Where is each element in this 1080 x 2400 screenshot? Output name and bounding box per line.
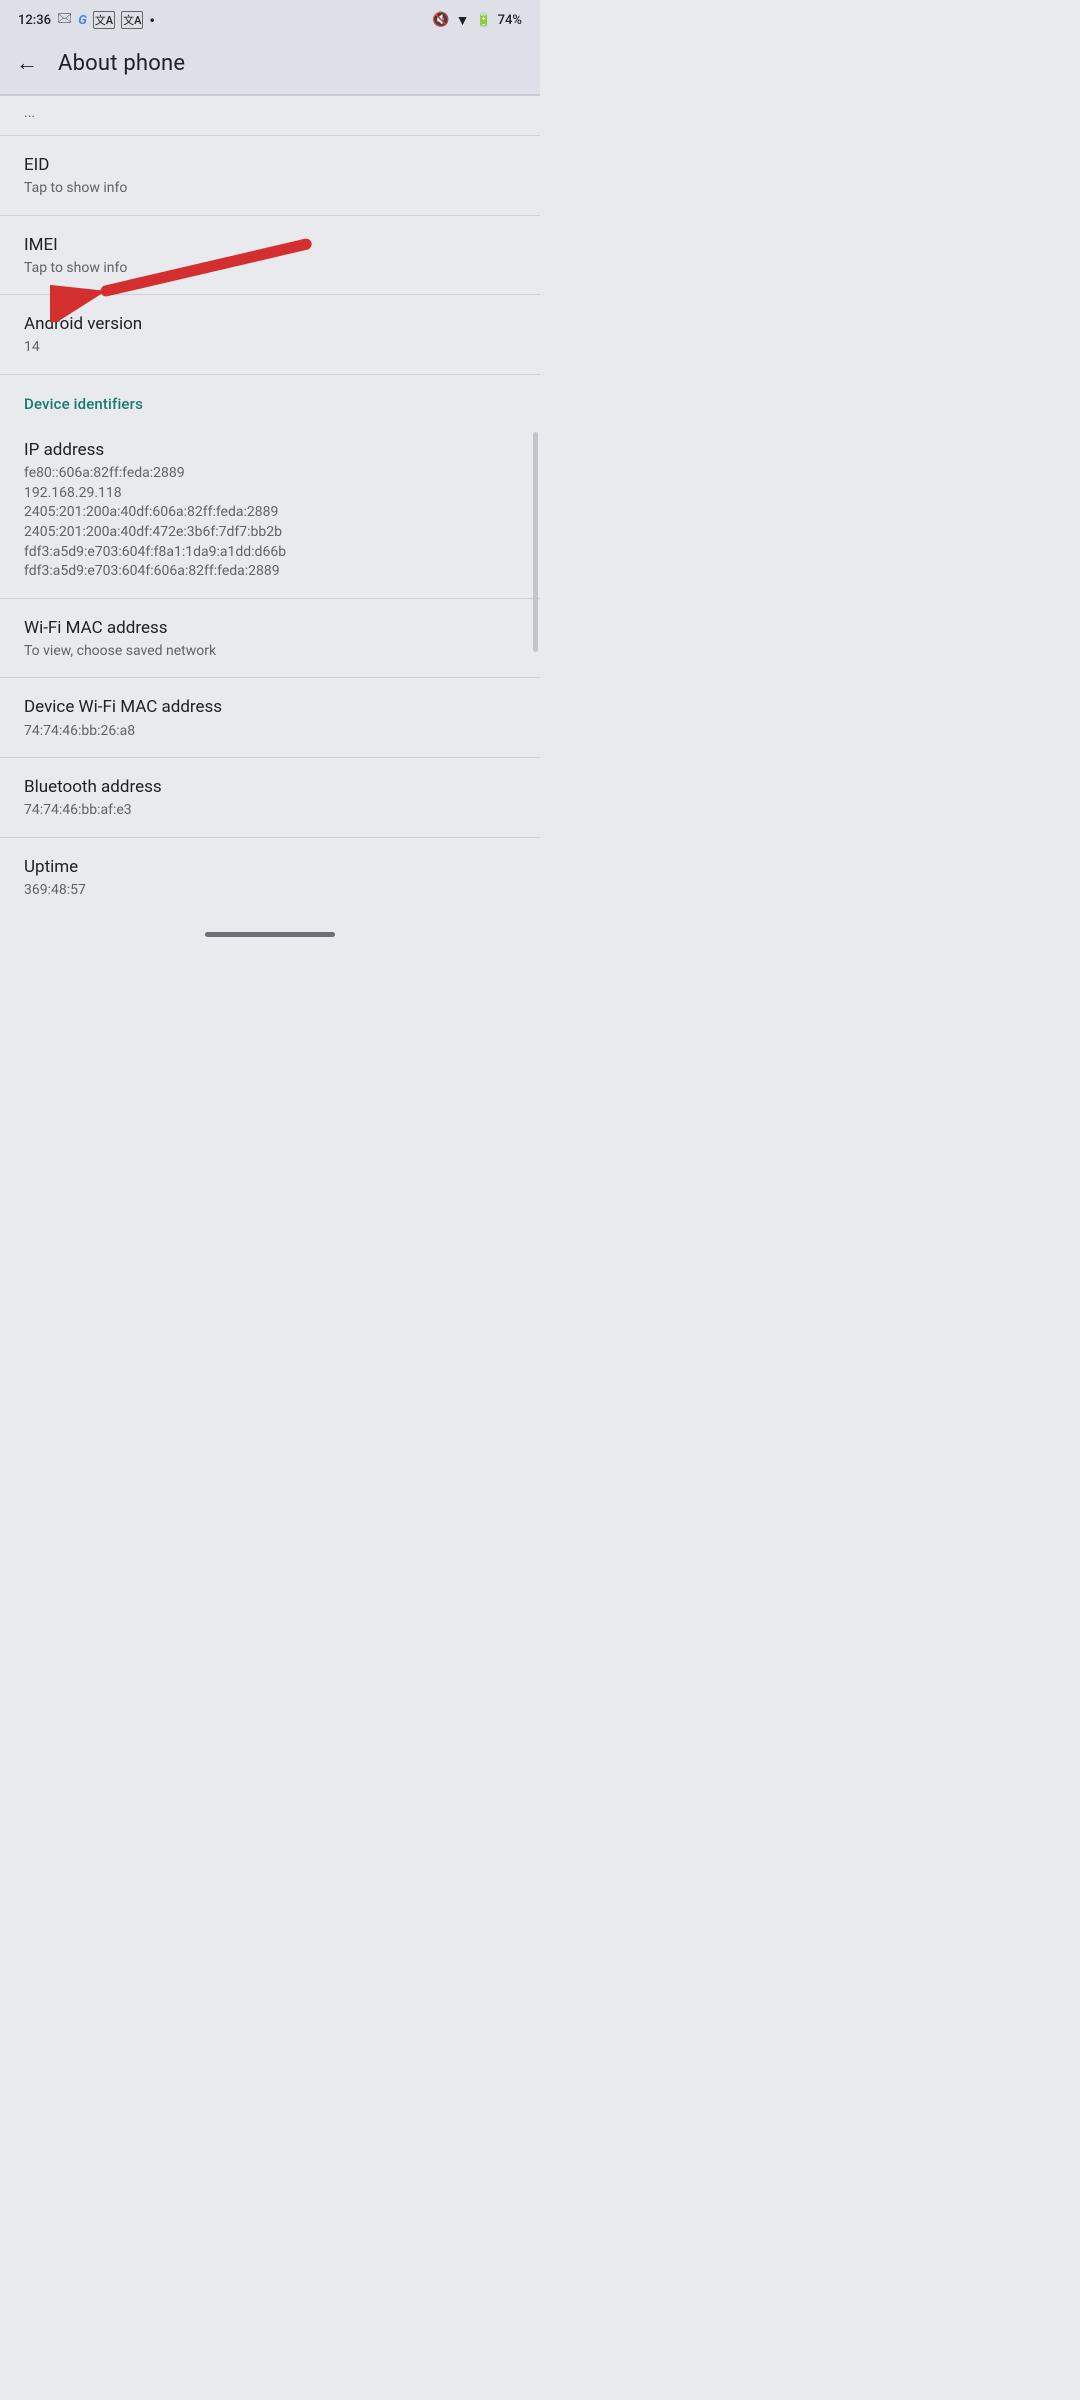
back-button[interactable]: ← <box>16 50 38 76</box>
mute-icon: 🔇 <box>432 12 449 28</box>
ip-address-sublabel: fe80::606a:82ff:feda:2889 192.168.29.118… <box>24 464 516 582</box>
translate-icon-1: 文A <box>93 11 115 29</box>
imei-sublabel: Tap to show info <box>24 259 516 279</box>
uptime-sublabel: 369:48:57 <box>24 881 516 901</box>
dot-indicator: • <box>149 11 155 30</box>
wifi-mac-item[interactable]: Wi-Fi MAC address To view, choose saved … <box>0 599 540 678</box>
android-version-sublabel: 14 <box>24 338 516 358</box>
uptime-label: Uptime <box>24 856 516 878</box>
translate-icon-2: 文A <box>121 11 143 29</box>
android-version-item[interactable]: Android version 14 <box>0 295 540 374</box>
google-icon: G <box>78 13 87 28</box>
status-bar: 12:36 🖂 G 文A 文A • 🔇 ▼ 🔋 74% <box>0 0 540 36</box>
device-wifi-mac-sublabel: 74:74:46:bb:26:a8 <box>24 722 516 742</box>
status-left: 12:36 🖂 G 文A 文A • <box>18 9 155 31</box>
nav-bar <box>0 916 540 947</box>
toolbar: ← About phone <box>0 36 540 94</box>
battery-percent: 74% <box>498 13 522 28</box>
uptime-item[interactable]: Uptime 369:48:57 <box>0 838 540 917</box>
status-right: 🔇 ▼ 🔋 74% <box>432 12 522 29</box>
page-title: About phone <box>58 51 185 76</box>
partial-label: ... <box>24 105 35 121</box>
partial-item: ... <box>0 96 540 135</box>
device-wifi-mac-label: Device Wi-Fi MAC address <box>24 696 516 718</box>
wifi-mac-label: Wi-Fi MAC address <box>24 617 516 639</box>
bluetooth-address-label: Bluetooth address <box>24 776 516 798</box>
wifi-mac-sublabel: To view, choose saved network <box>24 642 516 662</box>
device-wifi-mac-item[interactable]: Device Wi-Fi MAC address 74:74:46:bb:26:… <box>0 678 540 757</box>
android-version-label: Android version <box>24 313 516 335</box>
device-identifiers-header: Device identifiers <box>0 375 540 421</box>
status-time: 12:36 <box>18 13 51 28</box>
imei-label: IMEI <box>24 234 516 256</box>
bluetooth-address-sublabel: 74:74:46:bb:af:e3 <box>24 801 516 821</box>
bluetooth-address-item[interactable]: Bluetooth address 74:74:46:bb:af:e3 <box>0 758 540 837</box>
imei-item[interactable]: IMEI Tap to show info <box>0 216 540 295</box>
content: ... EID Tap to show info IMEI Tap to sho… <box>0 96 540 916</box>
wifi-icon: ▼ <box>456 12 470 29</box>
eid-sublabel: Tap to show info <box>24 179 516 199</box>
ip-address-item[interactable]: IP address fe80::606a:82ff:feda:2889 192… <box>0 421 540 598</box>
eid-item[interactable]: EID Tap to show info <box>0 136 540 215</box>
eid-label: EID <box>24 154 516 176</box>
battery-icon: 🔋 <box>475 13 491 28</box>
notification-icon: 🖂 <box>57 9 72 31</box>
ip-address-label: IP address <box>24 439 516 461</box>
nav-pill <box>205 932 335 937</box>
scrollbar[interactable] <box>533 432 538 652</box>
